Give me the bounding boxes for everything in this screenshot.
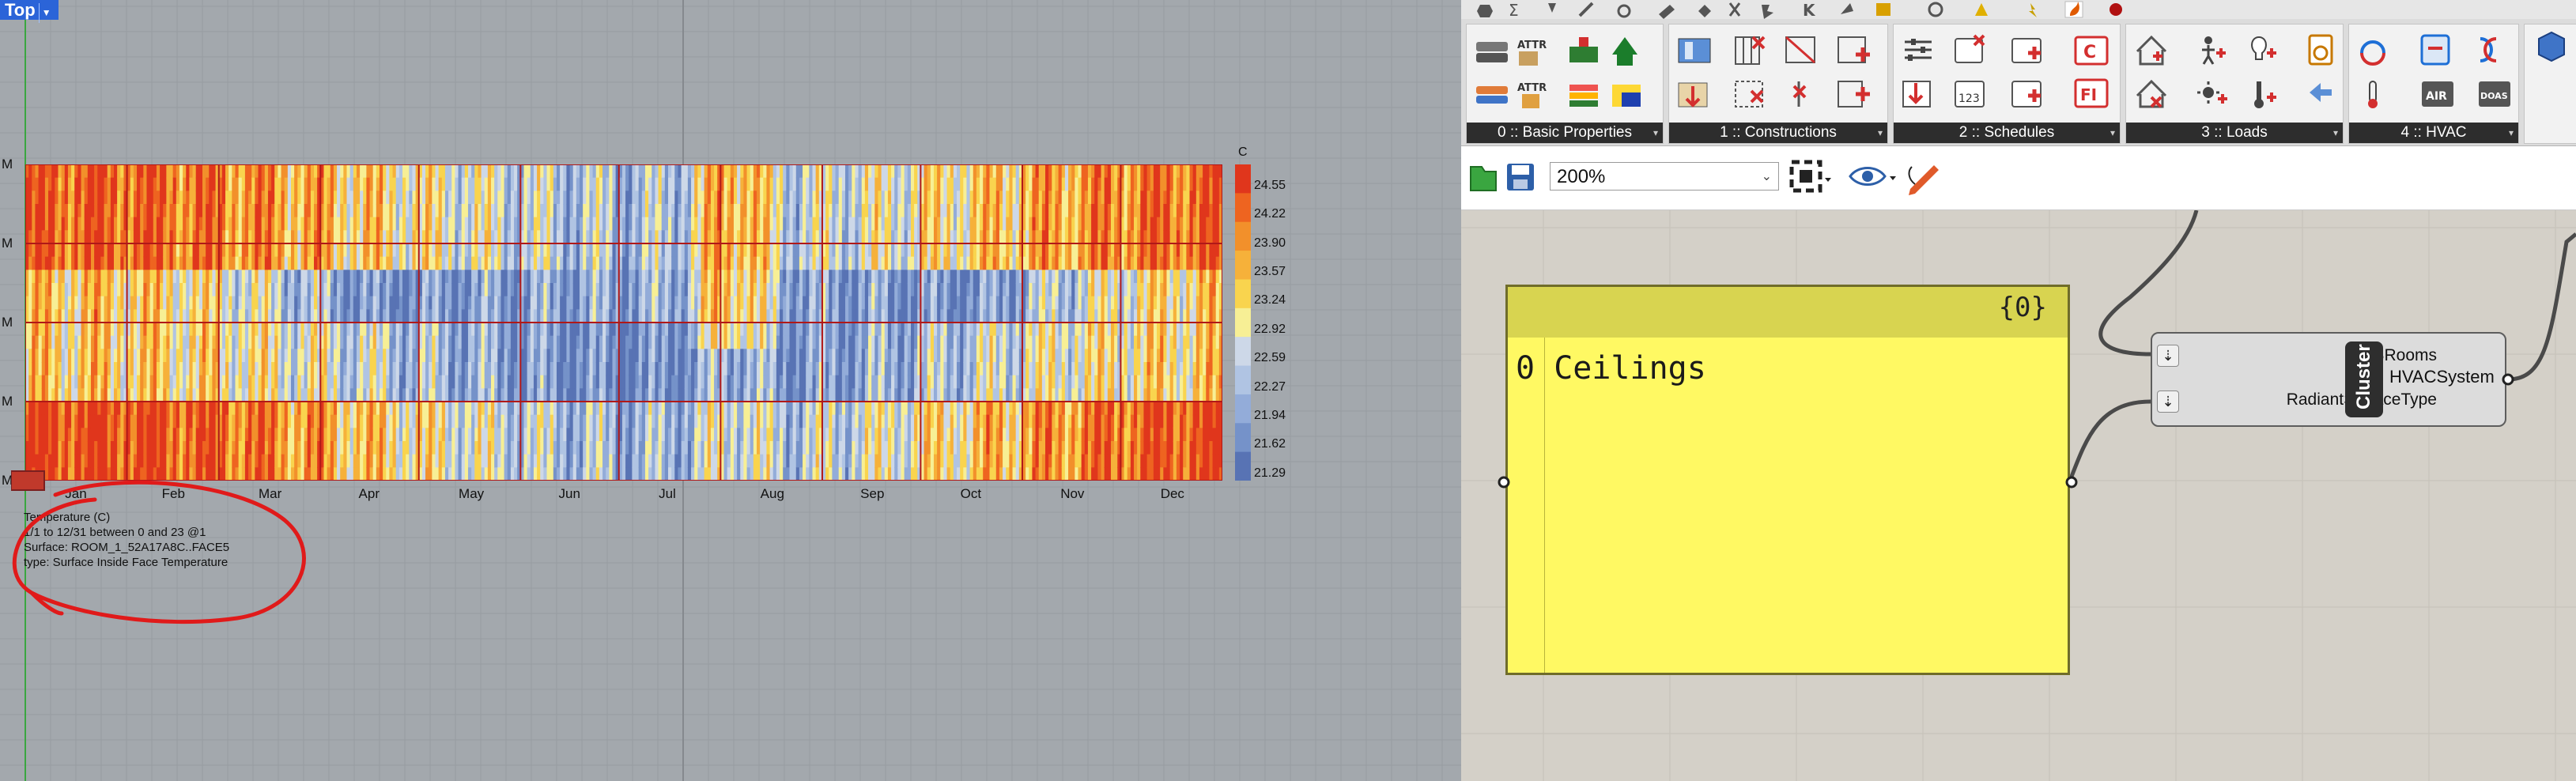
legend-swatch [1235, 221, 1251, 251]
panel-label-hvac: 4 :: HVAC ▾ [2349, 123, 2518, 143]
input-arrow-icon: ⇣ [2157, 345, 2179, 367]
hvac-cluster-component[interactable]: ⇣ ⇣ HBRooms RadiantSurfaceType Cluster H… [2151, 332, 2506, 427]
legend-swatch [1235, 365, 1251, 395]
legend-value: 21.94 [1254, 408, 1286, 422]
month-label: Aug [760, 486, 784, 501]
panel-label-schedules: 2 :: Schedules ▾ [1894, 123, 2120, 143]
panel-label-loads: 3 :: Loads ▾ [2126, 123, 2343, 143]
basic-properties-icons: ATTR ATTR [1476, 37, 1641, 108]
legend-value: 23.57 [1254, 265, 1286, 279]
panel-input-grip[interactable] [1496, 474, 1512, 490]
legend-value: 22.59 [1254, 351, 1286, 365]
month-label: May [459, 486, 485, 501]
legend-value: 22.27 [1254, 379, 1286, 394]
cube-icon [2538, 31, 2565, 62]
legend-value: 24.55 [1254, 179, 1286, 192]
cluster-output-grip[interactable] [2500, 372, 2516, 387]
legend-value: 24.22 [1254, 207, 1286, 221]
panel-row-value: Ceilings [1554, 350, 1706, 387]
panel-header[interactable]: {0} [1508, 287, 2068, 338]
legend-bar [1235, 164, 1251, 481]
chevron-down-icon: ⌄ [1761, 170, 1772, 183]
chevron-down-icon[interactable]: ▼ [38, 3, 54, 23]
ribbon-panel-basic-properties[interactable]: ATTR ATTR 0 :: Basic Properties ▾ [1466, 24, 1664, 144]
panel-path-index: {0} [1998, 292, 2047, 323]
ceilings-panel[interactable]: {0} 0 Ceilings [1505, 285, 2070, 675]
legend-swatch [1235, 423, 1251, 453]
ribbon-panel-partial[interactable] [2524, 24, 2576, 144]
canvas-toolbar[interactable]: 200% ⌄ [1461, 146, 2576, 210]
legend-value: 23.24 [1254, 293, 1286, 307]
hour-mark: M [2, 394, 13, 409]
zoom-dropdown[interactable]: 200% ⌄ [1550, 162, 1779, 191]
legend-value: 22.92 [1254, 322, 1286, 336]
category-icons: Σ K [1477, 1, 2122, 20]
red-annotation-circle [12, 480, 306, 624]
legend-swatch [1235, 193, 1251, 223]
month-label: Dec [1160, 486, 1184, 501]
constructions-icons [1678, 36, 1870, 108]
save-file-icon[interactable] [1505, 160, 1537, 194]
month-label: Sep [860, 486, 885, 501]
rhino-viewport[interactable]: Top ▼ MMMMM Jan Feb Mar Apr May Jun Jul Aug Sep Oc… [0, 0, 1461, 781]
legend-swatch [1235, 164, 1251, 194]
viewport-tab[interactable]: Top ▼ [0, 0, 59, 23]
viewport-tab-label: Top [5, 0, 36, 20]
month-label: Jul [659, 486, 676, 501]
ribbon-panel-schedules[interactable]: C 123 FI 2 :: Schedules ▾ [1893, 24, 2121, 144]
legend-swatch [1235, 251, 1251, 280]
zoom-extents-icon[interactable] [1788, 159, 1836, 194]
hvac-icons: AIR DOAS [2360, 34, 2510, 108]
legend-value: 23.90 [1254, 236, 1286, 250]
hour-mark: M [2, 236, 13, 251]
month-label: Jun [558, 486, 580, 501]
legend-swatch [1235, 307, 1251, 338]
legend-swatch [1235, 337, 1251, 367]
legend-value: 21.62 [1254, 437, 1286, 451]
sketch-pen-icon[interactable] [1904, 157, 1943, 195]
panel-label-constructions: 1 :: Constructions ▾ [1669, 123, 1887, 143]
component-ribbon[interactable]: ATTR ATTR 0 :: Basic Properties ▾ 1:: C… [1461, 19, 2576, 146]
temperature-heatmap [25, 164, 1222, 481]
month-label: Oct [960, 486, 982, 501]
ribbon-panel-hvac[interactable]: AIR DOAS 4 :: HVAC ▾ [2348, 24, 2519, 144]
cluster-badge: Cluster [2345, 341, 2383, 417]
schedules-icons: C 123 FI [1902, 34, 2109, 108]
component-category-strip[interactable]: Σ K [1461, 0, 2576, 20]
month-label: Nov [1060, 486, 1085, 501]
hour-mark: M [2, 315, 13, 330]
preview-eye-icon[interactable] [1849, 159, 1899, 194]
hour-mark: M [2, 157, 13, 172]
legend-swatch [1235, 451, 1251, 481]
ribbon-panel-constructions[interactable]: 1 :: Constructions ▾ [1668, 24, 1888, 144]
open-file-icon[interactable] [1467, 160, 1499, 194]
grasshopper-window[interactable]: Σ K ATTR ATTR 0:: Basic Properties ▾ 1 … [1461, 0, 2576, 781]
month-label: Apr [358, 486, 380, 501]
loads-icons [2136, 34, 2333, 108]
output-hvacsystem[interactable]: HVACSystem [2389, 367, 2495, 387]
legend-swatch [1235, 394, 1251, 424]
legend-value: 21.29 [1254, 466, 1286, 480]
panel-label-basic-properties: 0 :: Basic Properties ▾ [1467, 123, 1663, 143]
ribbon-panel-loads[interactable]: 3 :: Loads ▾ [2125, 24, 2344, 144]
panel-output-grip[interactable] [2064, 474, 2079, 490]
legend-swatch [1235, 279, 1251, 309]
panel-divider [1544, 338, 1545, 673]
grasshopper-canvas[interactable]: {0} 0 Ceilings ⇣ ⇣ HBRooms RadiantSurfac… [1461, 210, 2576, 781]
zoom-value: 200% [1557, 166, 1606, 187]
input-arrow-icon: ⇣ [2157, 390, 2179, 413]
panel-row-index: 0 [1516, 350, 1535, 387]
panel-row: 0 Ceilings [1516, 350, 1706, 387]
legend-unit: C [1238, 145, 1248, 159]
